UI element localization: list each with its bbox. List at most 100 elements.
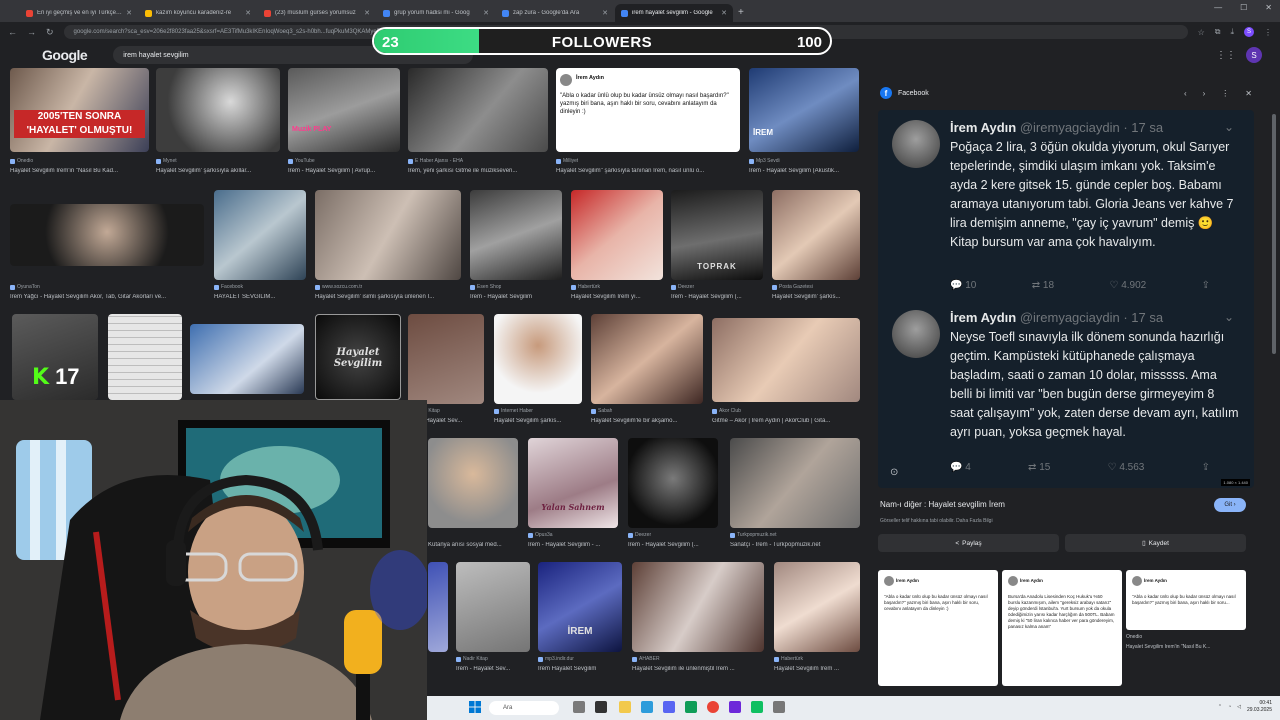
image-result[interactable]: Habertürk Hayalet Sevgilim İrem yı... — [571, 190, 663, 304]
image-result[interactable]: Posta Gazetesi Hayalet Sevgilim' şarkıs.… — [772, 190, 860, 304]
image-result[interactable]: Habertürk Hayalet Sevgilim İrem ... — [774, 562, 860, 676]
new-tab-button[interactable]: + — [738, 7, 744, 18]
related-image[interactable]: İrem Aydın "Abla o kadar ünlü olup bu ka… — [878, 570, 998, 686]
bookmark-star-icon[interactable]: ☆ — [1198, 28, 1205, 37]
image-result[interactable]: Esen Shop İrem - Hayalet Sevgilim — [470, 190, 562, 304]
image-result[interactable]: www.sozcu.com.tr Hayalet Sevgilim' isiml… — [315, 190, 461, 304]
download-icon[interactable]: ⤓ — [1230, 27, 1234, 37]
widgets-icon[interactable] — [595, 701, 607, 713]
source-favicon — [749, 158, 754, 164]
windows-start-icon[interactable] — [469, 701, 481, 713]
file-explorer-icon[interactable] — [619, 701, 631, 713]
close-window-button[interactable]: ✕ — [1265, 3, 1272, 12]
next-icon[interactable]: › — [1203, 89, 1206, 98]
image-result[interactable]: Yalan Sahnem Opus3a İrem - Hayalet Sevgi… — [528, 438, 618, 552]
image-result[interactable]: TOPRAK Deezer İrem - Hayalet Sevgilim (.… — [671, 190, 763, 304]
tweet-text: Poğaça 2 lira, 3 öğün okulda yiyorum, ok… — [950, 140, 1234, 249]
menu-icon[interactable]: ⋮ — [1264, 28, 1272, 37]
google-logo[interactable]: Google — [42, 47, 88, 63]
task-view-icon[interactable] — [573, 701, 585, 713]
reply-icon: 💬 — [950, 280, 966, 291]
browser-tab[interactable]: (23) müslüm gürses yorumsuz ✕ — [258, 4, 376, 22]
viewer-count: 17 — [55, 364, 80, 389]
save-button[interactable]: ▯ Kaydet — [1065, 534, 1246, 552]
image-result[interactable]: Internet Haber Hayalet Sevgilim şarkıs..… — [494, 314, 582, 428]
preview-image[interactable]: İrem Aydın @iremyagciaydin · 17 sa ⌄ Poğ… — [878, 110, 1254, 488]
image-result[interactable]: Facebook HAYALET SEVGİLİM... — [214, 190, 306, 304]
visit-button[interactable]: Git › — [1214, 498, 1246, 512]
discord-icon[interactable] — [663, 701, 675, 713]
obs-icon[interactable] — [729, 701, 741, 713]
back-icon[interactable]: ← — [8, 27, 17, 37]
panel-actions: < Paylaş ▯ Kaydet — [878, 534, 1246, 552]
account-avatar[interactable]: S — [1246, 47, 1262, 63]
share-button[interactable]: < Paylaş — [878, 534, 1059, 552]
image-result[interactable]: 2005'TEN SONRA 'HAYALET' OLMUŞTU! Onedio… — [10, 68, 149, 178]
tray-chevron-icon[interactable]: ⌃ — [1218, 704, 1222, 710]
network-icon[interactable]: ◔ — [1228, 704, 1231, 710]
more-options-icon[interactable]: ⋮ — [1221, 89, 1229, 98]
tab-close-icon[interactable]: ✕ — [245, 9, 251, 17]
image-result[interactable]: İrem Aydın "Abla o kadar ünlü olup bu ka… — [556, 68, 740, 178]
result-thumbnail: İREM — [749, 68, 859, 152]
forward-icon[interactable]: → — [27, 27, 36, 37]
spotify-icon[interactable] — [751, 701, 763, 713]
result-source: Opus3a — [535, 532, 553, 538]
tweet-author: İrem Aydın — [950, 310, 1017, 325]
image-result[interactable]: Sabah Hayalet Sevgilim'le bir akşamo... — [591, 314, 703, 428]
image-result[interactable]: Kütanya anısı sosyal med... — [428, 438, 518, 552]
tweet-handle: @iremyagciaydin · 17 sa — [1019, 310, 1164, 325]
browser-tab[interactable]: grup yorum hadisi mi - Goog ✕ — [377, 4, 495, 22]
browser-tab[interactable]: zap zura - Google'da Ara ✕ — [496, 4, 614, 22]
tab-close-icon[interactable]: ✕ — [721, 9, 727, 17]
profile-avatar[interactable]: S — [1244, 27, 1254, 37]
minimize-button[interactable]: — — [1214, 3, 1222, 12]
followers-label: FOLLOWERS — [551, 34, 653, 51]
maximize-button[interactable]: ☐ — [1240, 3, 1247, 12]
image-result[interactable]: Turkpopmuzik.net Sanatçı - İrem - Turkpo… — [730, 438, 860, 552]
apps-grid-icon[interactable]: ⋮⋮ — [1216, 50, 1236, 61]
image-result[interactable]: AHABER Hayalet Sevgilim ile ünlenmiştil … — [632, 562, 764, 676]
image-result[interactable]: Hayalet Sevgilim — [315, 314, 401, 400]
result-caption: Sanatçı - İrem - Turkpopmuzik.net — [730, 542, 821, 548]
image-result[interactable]: İREM Mp3 Sevdi İrem - Hayalet Sevgilim (… — [749, 68, 859, 178]
extensions-icon[interactable]: ⧉ — [1215, 27, 1221, 37]
scrollbar-thumb[interactable] — [1272, 114, 1276, 354]
image-result[interactable] — [190, 324, 304, 394]
tweet-actions: 💬 10 ⇄ 18 ♡ 4.902 ⇪ — [950, 280, 1210, 291]
image-result[interactable]: E Haber Ajansı - EHA İrem, yeni şarkısı … — [408, 68, 548, 178]
related-image[interactable]: İrem Aydın "Abla o kadar ünlü olup bu ka… — [1126, 570, 1246, 630]
edge-icon[interactable] — [641, 701, 653, 713]
related-image[interactable]: İrem Aydın Bursa'da Anadolu Lisesinden K… — [1002, 570, 1122, 686]
image-result[interactable]: Deezer İrem - Hayalet Sevgilim (... — [628, 438, 718, 552]
app-icon[interactable] — [685, 701, 697, 713]
panel-title[interactable]: Nam-ı diğer : Hayalet sevgilim İrem — [880, 500, 1005, 509]
image-result[interactable]: Nadir Kitap İrem - Hayalet Sev... — [456, 562, 530, 676]
image-result[interactable]: Muzik PLAY YouTube İrem - Hayalet Sevgil… — [288, 68, 400, 178]
image-result[interactable]: Mynet Hayalet Sevgilim' şarkısıyla akıll… — [156, 68, 280, 178]
result-source: Mynet — [163, 158, 177, 164]
settings-gear-icon[interactable] — [773, 701, 785, 713]
chrome-icon[interactable] — [707, 701, 719, 713]
tab-close-icon[interactable]: ✕ — [126, 9, 132, 17]
browser-tab[interactable]: kazım koyuncu karadeniz-re ✕ — [139, 4, 257, 22]
previous-icon[interactable]: ‹ — [1184, 89, 1187, 98]
clock[interactable]: 00:41 29.03.2025 — [1247, 700, 1272, 714]
image-result[interactable]: Akor Club Gitme – Akor | İrem Aydın | Ak… — [712, 318, 860, 428]
volume-icon[interactable]: ◁ — [1237, 704, 1241, 710]
taskbar-search[interactable]: Ara — [489, 701, 559, 715]
browser-tab-active[interactable]: irem hayalet sevgilim - Google ✕ — [615, 4, 733, 22]
image-result[interactable]: İREM mp3.indir.dur İrem Hayalet Sevgilim — [538, 562, 622, 676]
image-result[interactable] — [428, 562, 448, 676]
tab-close-icon[interactable]: ✕ — [602, 9, 608, 17]
google-lens-icon[interactable]: ⊙ — [890, 467, 898, 478]
tab-close-icon[interactable]: ✕ — [364, 9, 370, 17]
panel-source[interactable]: Facebook — [898, 90, 929, 97]
tab-close-icon[interactable]: ✕ — [483, 9, 489, 17]
image-result[interactable] — [108, 314, 182, 400]
panel-scrollbar[interactable] — [1272, 84, 1278, 684]
reload-icon[interactable]: ↻ — [46, 27, 54, 38]
close-icon[interactable]: ✕ — [1245, 89, 1252, 98]
image-result[interactable]: OyunaTon İrem Yağcı - Hayalet Sevgilim A… — [10, 204, 204, 304]
browser-tab[interactable]: En iyi geçmiş ve en iyi Türkçe şarkı ✕ — [20, 4, 138, 22]
